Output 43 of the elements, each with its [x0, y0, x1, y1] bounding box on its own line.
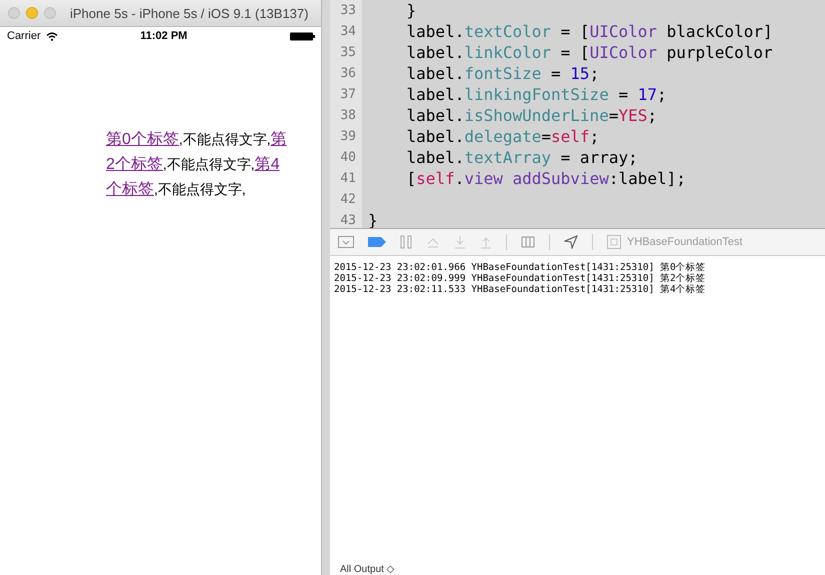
view-hierarchy-icon[interactable] — [521, 235, 535, 249]
code-line: } — [406, 1, 416, 20]
location-arrow-icon[interactable] — [564, 235, 578, 249]
close-button[interactable] — [8, 7, 20, 19]
status-time: 11:02 PM — [139, 30, 188, 42]
battery-icon — [290, 32, 315, 40]
log-line: 2015-12-23 23:02:01.966 YHBaseFoundationTest[1431:25310] 第0个标签 — [334, 262, 707, 273]
line-number: 33 — [330, 0, 362, 21]
step-over-icon[interactable] — [426, 236, 440, 248]
code-line: label.isShowUnderLine=YES; — [406, 106, 658, 125]
wifi-icon — [46, 32, 58, 40]
line-number: 39 — [330, 126, 362, 147]
line-number: 38 — [330, 105, 362, 126]
line-number: 34 — [330, 21, 362, 42]
minimize-button[interactable] — [26, 7, 38, 19]
code-line: [self.view addSubview:label]; — [406, 169, 686, 188]
code-line: label.textArray = array; — [406, 148, 638, 167]
label-paragraph: 第0个标签,不能点得文字,第2个标签,不能点得文字,第4个标签,不能点得文字, — [106, 130, 288, 200]
line-number: 42 — [330, 189, 362, 210]
hide-panel-icon[interactable] — [338, 236, 354, 248]
log-line: 2015-12-23 23:02:11.533 YHBaseFoundationTest[1431:25310] 第4个标签 — [334, 284, 707, 295]
breakpoint-icon[interactable] — [368, 237, 386, 247]
line-number: 40 — [330, 147, 362, 168]
line-number: 43 — [330, 210, 362, 228]
line-number: 41 — [330, 168, 362, 189]
code-line: label.linkColor = [UIColor purpleColor — [406, 43, 773, 62]
step-into-icon[interactable] — [454, 235, 466, 249]
code-line: label.textColor = [UIColor blackColor] — [406, 22, 773, 41]
pause-icon[interactable] — [400, 235, 412, 249]
zoom-button[interactable] — [44, 7, 56, 19]
line-number: 35 — [330, 42, 362, 63]
log-line: 2015-12-23 23:02:09.999 YHBaseFoundationTest[1431:25310] 第2个标签 — [334, 273, 707, 284]
output-filter[interactable]: All Output ◇ — [334, 563, 395, 575]
window-title: iPhone 5s - iPhone 5s / iOS 9.1 (13B137) — [70, 6, 308, 20]
target-label: YHBaseFoundationTest — [627, 236, 743, 248]
code-line: label.fontSize = 15; — [406, 64, 600, 83]
code-line: label.linkingFontSize = 17; — [406, 85, 667, 104]
step-out-icon[interactable] — [480, 235, 492, 249]
code-line: label.delegate=self; — [406, 127, 600, 146]
line-number: 36 — [330, 63, 362, 84]
carrier-label: Carrier — [7, 30, 41, 42]
line-number: 37 — [330, 84, 362, 105]
app-target-icon[interactable] — [607, 235, 621, 249]
